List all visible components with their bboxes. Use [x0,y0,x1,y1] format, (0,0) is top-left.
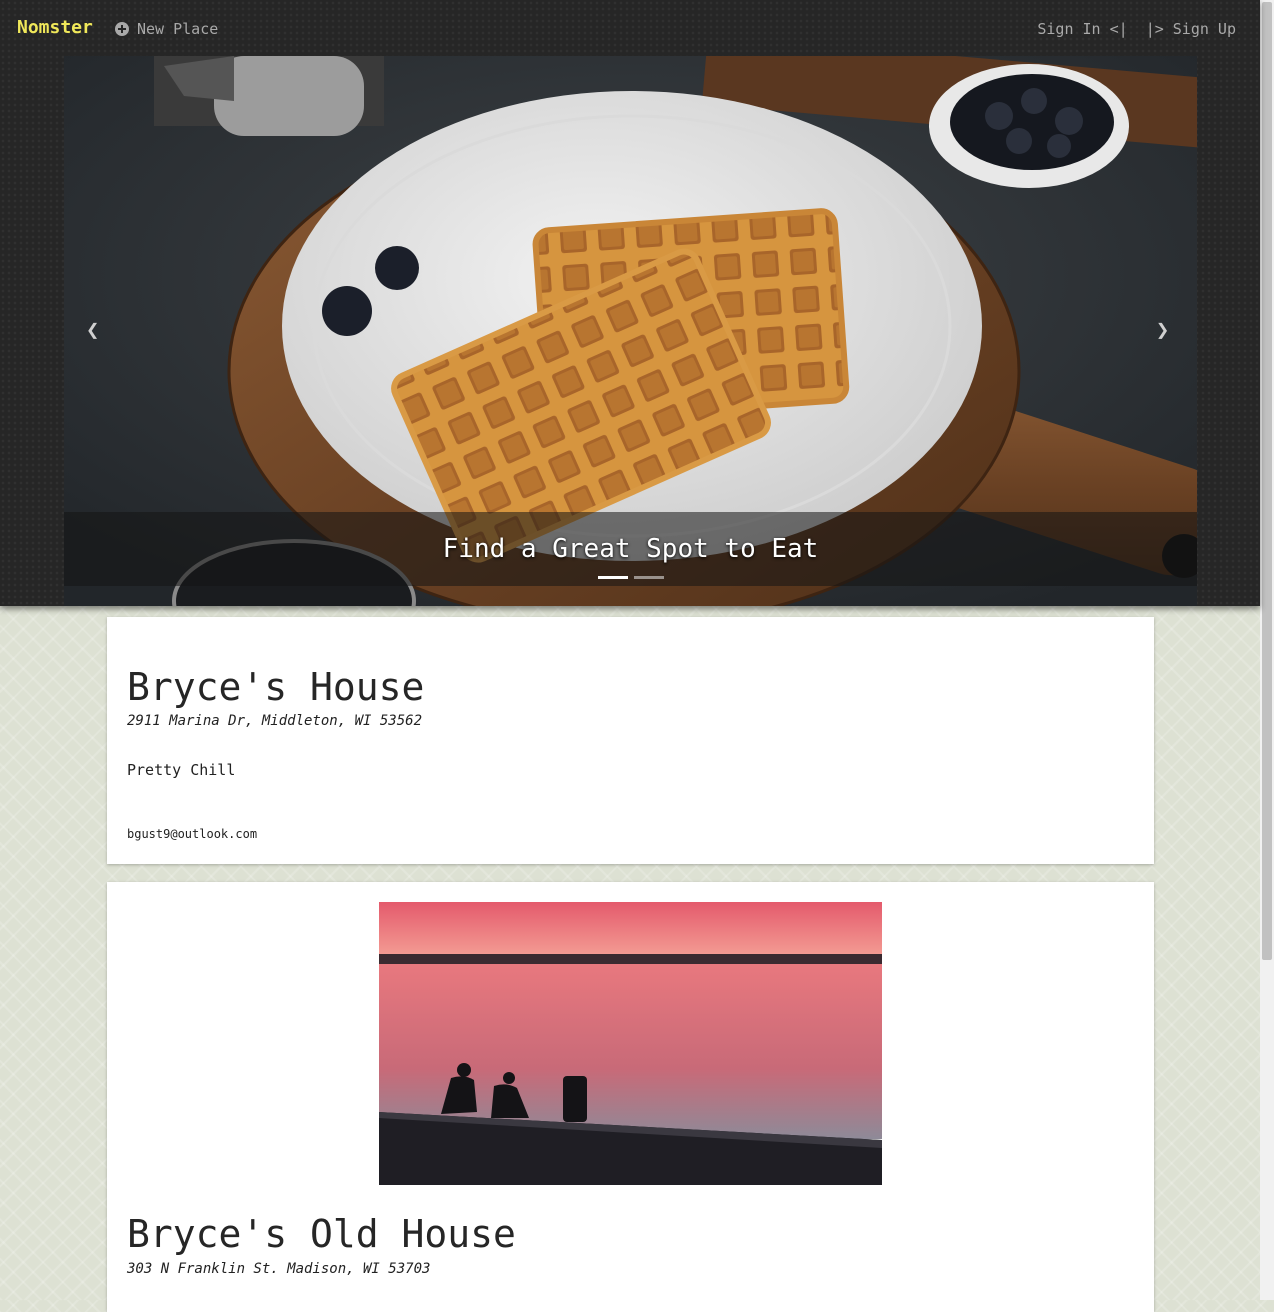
place-email: bgust9@outlook.com [127,827,258,841]
carousel-indicator-1[interactable] [598,576,628,579]
place-card: Bryce's Old House 303 N Franklin St. Mad… [107,882,1154,1312]
place-name[interactable]: Bryce's Old House [127,1212,516,1256]
carousel-caption: Find a Great Spot to Eat [442,534,819,564]
chevron-left-icon[interactable]: ❮ [86,318,99,343]
page-scrollbar[interactable] [1260,0,1274,1300]
sunset-lake-photo [379,902,882,1185]
plus-circle-icon [115,22,129,36]
new-place-link[interactable]: New Place [115,20,218,38]
sign-in-link[interactable]: Sign In <| [1037,20,1127,38]
navbar: Nomster New Place Sign In <| |> Sign Up [0,0,1260,56]
place-card: Bryce's House 2911 Marina Dr, Middleton,… [107,617,1154,864]
auth-links: Sign In <| |> Sign Up [1037,20,1236,38]
place-address: 303 N Franklin St. Madison, WI 53703 [127,1261,431,1277]
hero-carousel: Find a Great Spot to Eat ❮ ❯ [64,56,1197,606]
new-place-label: New Place [137,20,219,38]
scrollbar-thumb[interactable] [1262,2,1272,960]
header-area: Nomster New Place Sign In <| |> Sign Up [0,0,1260,606]
brand-logo[interactable]: Nomster [17,17,93,38]
carousel-indicators [598,576,664,579]
sign-up-link[interactable]: |> Sign Up [1146,20,1236,38]
chevron-right-icon[interactable]: ❯ [1156,318,1169,343]
place-address: 2911 Marina Dr, Middleton, WI 53562 [127,713,423,729]
carousel-indicator-2[interactable] [634,576,664,579]
place-description: Pretty Chill [127,761,236,779]
place-name[interactable]: Bryce's House [127,665,424,709]
